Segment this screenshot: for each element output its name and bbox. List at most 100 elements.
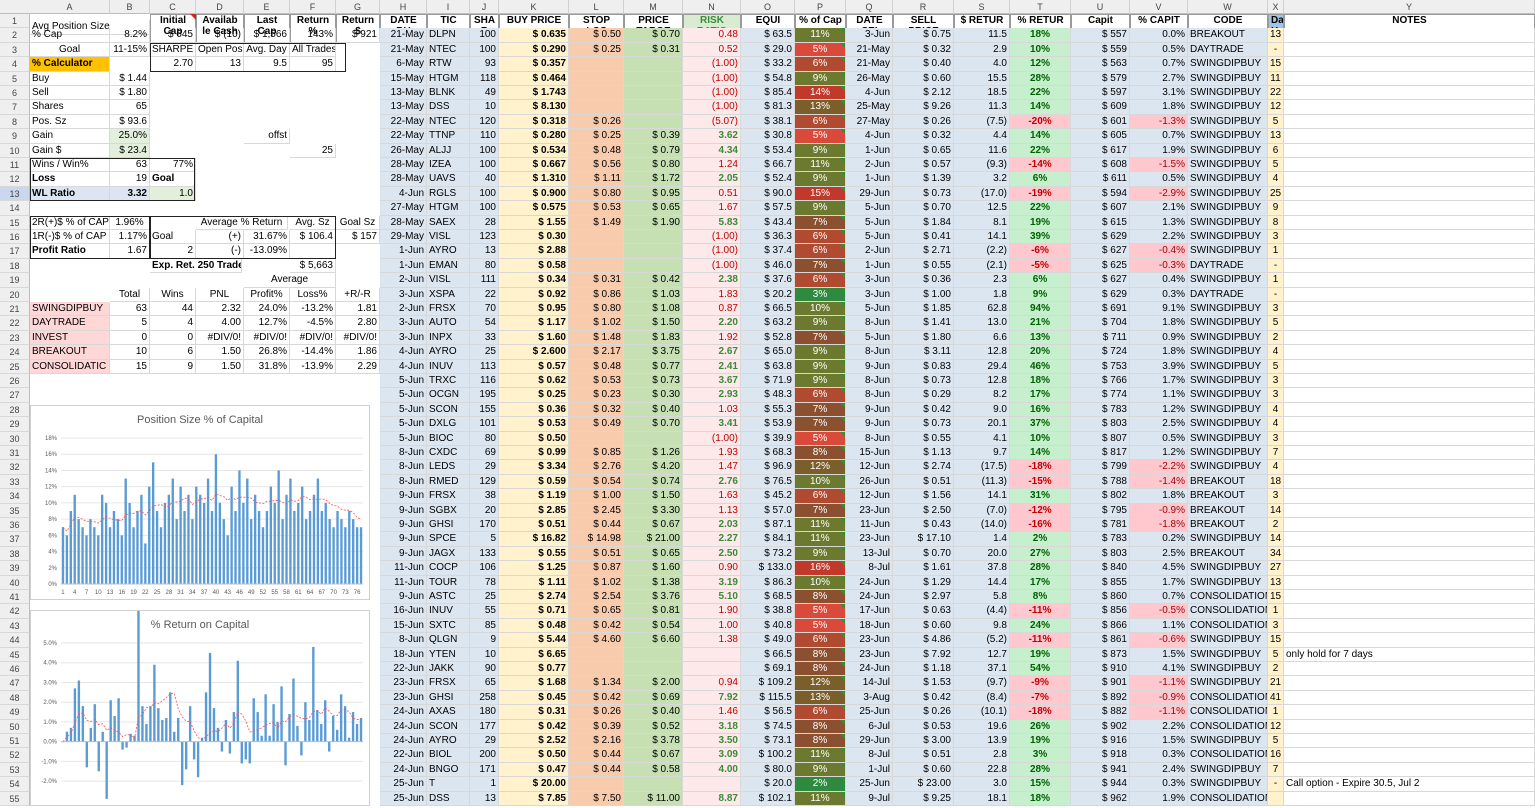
trade-m[interactable]: $ 3.78 xyxy=(624,734,683,749)
trade-o[interactable]: $ 37.4 xyxy=(741,244,795,259)
trade-v[interactable]: 0.4% xyxy=(1130,273,1188,288)
trade-s[interactable]: 12.8 xyxy=(954,374,1010,389)
trade-o[interactable]: $ 53.9 xyxy=(741,417,795,432)
trade-s[interactable]: 37.1 xyxy=(954,662,1010,677)
trade-x[interactable]: 4 xyxy=(1268,345,1284,360)
trade-q[interactable]: 2-Jun xyxy=(846,244,893,259)
trade-k[interactable]: $ 0.58 xyxy=(499,258,569,274)
trade-k[interactable]: $ 0.99 xyxy=(499,446,569,461)
trade-v[interactable]: 3.9% xyxy=(1130,359,1188,374)
trade-v[interactable]: 0.9% xyxy=(1130,330,1188,346)
trade-q[interactable]: 24-Jun xyxy=(846,575,893,590)
trade-i[interactable]: INUV xyxy=(427,359,470,374)
cell-f21[interactable]: -13.2% xyxy=(290,302,336,317)
trade-l[interactable]: $ 14.98 xyxy=(569,532,624,547)
trade-q[interactable]: 23-Jun xyxy=(846,503,893,518)
trade-w[interactable]: SWINGDIPBUY xyxy=(1188,402,1268,418)
trade-q[interactable]: 5-Jun xyxy=(846,230,893,245)
row-header-4[interactable]: 4 xyxy=(0,57,30,72)
trade-j[interactable]: 25 xyxy=(470,590,499,605)
trade-p[interactable]: 7% xyxy=(795,503,846,518)
trade-p[interactable]: 11% xyxy=(795,518,846,533)
trade-q[interactable]: 12-Jun xyxy=(846,460,893,475)
trade-y[interactable] xyxy=(1284,417,1535,432)
trade-y[interactable] xyxy=(1284,575,1535,590)
trade-h[interactable]: 3-Jun xyxy=(380,316,427,331)
trade-j[interactable]: 123 xyxy=(470,230,499,245)
trade-r[interactable]: $ 0.32 xyxy=(893,129,954,144)
trade-k[interactable]: $ 1.60 xyxy=(499,330,569,346)
trade-u[interactable]: $ 557 xyxy=(1071,28,1130,43)
trade-i[interactable]: SXTC xyxy=(427,618,470,634)
trade-u[interactable]: $ 783 xyxy=(1071,532,1130,547)
trade-s[interactable]: (2.2) xyxy=(954,244,1010,259)
trade-s[interactable]: 18.1 xyxy=(954,791,1010,806)
trade-v[interactable]: 1.1% xyxy=(1130,388,1188,403)
cell-f3[interactable]: All Trades xyxy=(290,42,336,58)
trade-q[interactable]: 23-Jun xyxy=(846,532,893,547)
trade-h[interactable]: 21-May xyxy=(380,28,427,43)
trade-n[interactable]: 7.92 xyxy=(683,690,741,706)
trade-h[interactable]: 5-Jun xyxy=(380,374,427,389)
trade-t[interactable]: 37% xyxy=(1010,417,1071,432)
trade-s[interactable]: (7.0) xyxy=(954,503,1010,518)
trade-n[interactable]: 1.03 xyxy=(683,402,741,418)
trade-q[interactable]: 8-Jun xyxy=(846,345,893,360)
cell-a24[interactable]: BREAKOUT xyxy=(30,345,110,360)
trade-y[interactable]: Call option - Expire 30.5, Jul 2 xyxy=(1284,777,1535,792)
trade-k[interactable]: $ 0.464 xyxy=(499,71,569,86)
trade-p[interactable]: 3% xyxy=(795,287,846,302)
trade-h[interactable]: 5-Jun xyxy=(380,388,427,403)
trade-u[interactable]: $ 941 xyxy=(1071,762,1130,778)
trade-n[interactable]: 4.34 xyxy=(683,143,741,158)
cell-b21[interactable]: 63 xyxy=(110,302,150,317)
row-header-15[interactable]: 15 xyxy=(0,215,30,230)
trade-j[interactable]: 100 xyxy=(470,186,499,202)
trade-k[interactable]: $ 6.65 xyxy=(499,647,569,662)
trade-x[interactable]: 8 xyxy=(1268,215,1284,230)
trade-v[interactable]: 1.8% xyxy=(1130,489,1188,504)
trade-i[interactable]: DSS xyxy=(427,791,470,806)
trade-x[interactable]: 1 xyxy=(1268,273,1284,288)
trade-s[interactable]: 62.8 xyxy=(954,302,1010,317)
trade-h[interactable]: 1-Jun xyxy=(380,244,427,259)
trade-v[interactable]: 9.1% xyxy=(1130,302,1188,317)
trade-r[interactable]: $ 1.56 xyxy=(893,489,954,504)
trade-l[interactable]: $ 0.48 xyxy=(569,359,624,374)
trade-h[interactable]: 25-Jun xyxy=(380,791,427,806)
trade-v[interactable]: 1.9% xyxy=(1130,791,1188,806)
trade-j[interactable]: 22 xyxy=(470,287,499,302)
trade-s[interactable]: (17.0) xyxy=(954,186,1010,202)
trade-l[interactable]: $ 0.54 xyxy=(569,474,624,490)
cell-c12[interactable]: Goal xyxy=(150,172,196,187)
trade-m[interactable]: $ 0.58 xyxy=(624,762,683,778)
trade-t[interactable]: 15% xyxy=(1010,777,1071,792)
trade-u[interactable]: $ 629 xyxy=(1071,287,1130,302)
cell-c22[interactable]: 4 xyxy=(150,316,196,331)
trade-p[interactable]: 9% xyxy=(795,546,846,562)
row-header-36[interactable]: 36 xyxy=(0,518,30,533)
trade-u[interactable]: $ 901 xyxy=(1071,676,1130,691)
trade-u[interactable]: $ 795 xyxy=(1071,503,1130,518)
trade-u[interactable]: $ 609 xyxy=(1071,100,1130,115)
trade-h[interactable]: 4-Jun xyxy=(380,359,427,374)
trade-h[interactable]: 2-Jun xyxy=(380,302,427,317)
trade-w[interactable]: SWINGDIPBUY xyxy=(1188,201,1268,216)
trade-r[interactable]: $ 17.10 xyxy=(893,532,954,547)
trade-l[interactable]: $ 2.45 xyxy=(569,503,624,518)
trade-m[interactable]: $ 1.38 xyxy=(624,575,683,590)
trade-o[interactable]: $ 96.9 xyxy=(741,460,795,475)
trade-m[interactable]: $ 0.52 xyxy=(624,719,683,734)
trade-l[interactable] xyxy=(569,258,624,274)
trade-m[interactable] xyxy=(624,57,683,72)
trade-p[interactable]: 13% xyxy=(795,690,846,706)
trade-m[interactable]: $ 11.00 xyxy=(624,791,683,806)
trade-j[interactable]: 171 xyxy=(470,762,499,778)
trade-k[interactable]: $ 0.34 xyxy=(499,273,569,288)
trade-o[interactable]: $ 55.3 xyxy=(741,402,795,418)
trade-y[interactable] xyxy=(1284,129,1535,144)
trade-s[interactable]: 12.5 xyxy=(954,201,1010,216)
row-header-16[interactable]: 16 xyxy=(0,230,30,245)
trade-s[interactable]: (8.4) xyxy=(954,690,1010,706)
trade-h[interactable]: 6-May xyxy=(380,57,427,72)
